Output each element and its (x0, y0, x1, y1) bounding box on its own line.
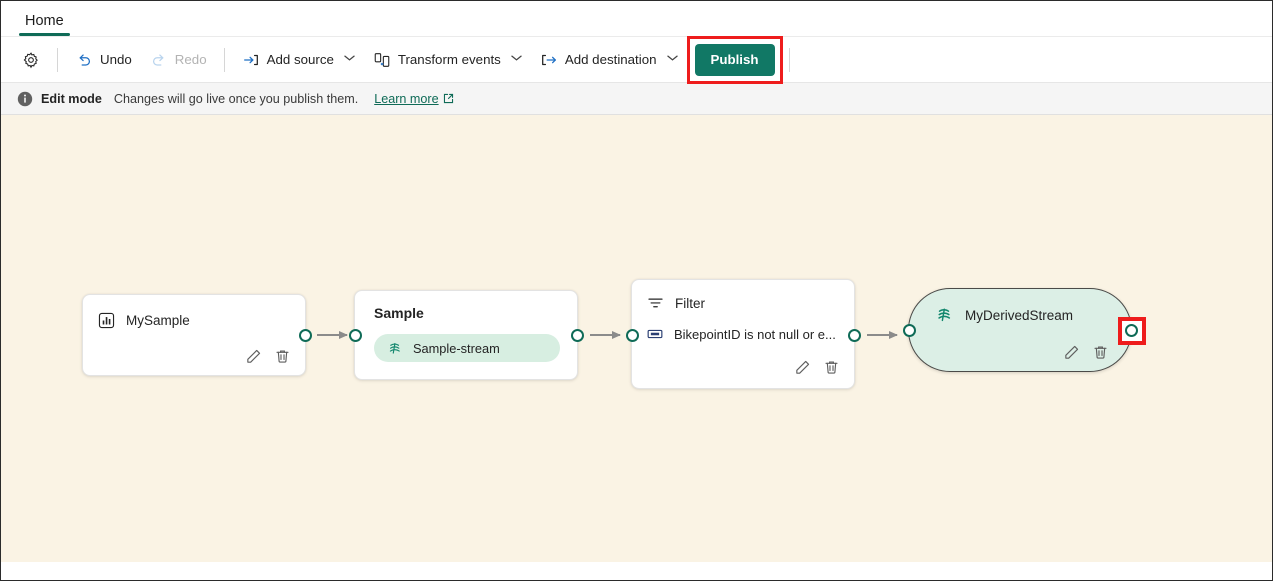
port-mysample-output[interactable] (298, 329, 312, 342)
learn-more-label: Learn more (374, 91, 439, 106)
node-mysample-actions (245, 348, 291, 365)
add-destination-label: Add destination (564, 52, 657, 67)
gear-icon (22, 51, 40, 69)
command-bar: Undo Redo Add source Transform events Ad… (1, 35, 1272, 84)
port-sample-output[interactable] (570, 329, 584, 342)
add-source-label: Add source (266, 52, 334, 67)
node-filter-condition: BikepointID is not null or e... (646, 325, 836, 343)
node-mysample-header: MySample (97, 311, 190, 330)
node-filter-header: Filter (646, 294, 705, 313)
connector-sample-to-filter (590, 330, 621, 339)
tab-home-label: Home (25, 13, 64, 29)
redo-arrow-icon (150, 51, 168, 69)
add-destination-button[interactable]: Add destination (531, 44, 687, 76)
bar-chart-icon (97, 311, 116, 330)
node-sample-stream-pill[interactable]: Sample-stream (374, 334, 560, 362)
port-filter-output[interactable] (847, 329, 861, 342)
node-filter-label: Filter (675, 296, 705, 311)
node-sample-stream-label: Sample-stream (413, 340, 500, 356)
undo-button[interactable]: Undo (66, 44, 141, 76)
edit-mode-title: Edit mode (41, 91, 102, 106)
separator-3 (788, 47, 790, 72)
eventstream-editor-window: Home Undo Redo Add source Transform even… (0, 0, 1273, 581)
trash-icon[interactable] (823, 359, 840, 376)
ribbon-tabstrip: Home (1, 1, 1272, 37)
port-sample-input[interactable] (348, 329, 362, 342)
arrow-out-of-bracket-icon (540, 51, 558, 69)
node-mysample-label: MySample (126, 313, 190, 328)
chevron-down-icon (511, 54, 522, 65)
node-myderivedstream-label: MyDerivedStream (965, 307, 1074, 323)
learn-more-link[interactable]: Learn more (374, 92, 453, 106)
pencil-icon[interactable] (1063, 344, 1080, 361)
pencil-icon[interactable] (245, 348, 262, 365)
edit-mode-text: Changes will go live once you publish th… (113, 91, 359, 106)
separator-1 (57, 47, 58, 72)
transform-events-button[interactable]: Transform events (364, 44, 531, 76)
separator-2 (223, 47, 225, 72)
port-myderivedstream-output[interactable] (1125, 324, 1138, 337)
eventstream-canvas[interactable]: MySample Sample Sample-stream Filter Bik… (1, 115, 1272, 562)
publish-button[interactable]: Publish (694, 43, 775, 76)
redo-label: Redo (174, 52, 207, 67)
node-myderivedstream-header: MyDerivedStream (935, 305, 1073, 325)
add-source-button[interactable]: Add source (233, 44, 364, 76)
tab-home[interactable]: Home (17, 13, 72, 36)
trash-icon[interactable] (1092, 344, 1109, 361)
connector-filter-to-derived (867, 330, 898, 339)
arrow-into-bracket-icon (242, 51, 260, 69)
node-sample[interactable]: Sample Sample-stream (348, 290, 584, 380)
stream-icon (935, 305, 955, 325)
chevron-down-icon (666, 54, 678, 65)
transform-events-icon (373, 51, 391, 69)
node-filter-condition-text: BikepointID is not null or e... (674, 326, 836, 342)
port-filter-input[interactable] (625, 329, 639, 342)
node-myderivedstream-actions (1063, 344, 1109, 361)
condition-field-icon (646, 325, 664, 343)
settings-button[interactable] (13, 44, 49, 76)
edit-mode-message-bar: Edit mode Changes will go live once you … (1, 83, 1272, 115)
info-circle-icon (17, 91, 33, 107)
node-filter-actions (794, 359, 840, 376)
trash-icon[interactable] (274, 348, 291, 365)
node-filter[interactable]: Filter BikepointID is not null or e... (625, 279, 861, 389)
node-sample-header: Sample (374, 305, 424, 321)
filter-funnel-icon (646, 294, 665, 313)
node-myderivedstream[interactable]: MyDerivedStream (902, 288, 1132, 372)
stream-icon (387, 340, 404, 357)
undo-arrow-icon (75, 51, 93, 69)
node-sample-label: Sample (374, 305, 424, 321)
transform-events-label: Transform events (397, 52, 501, 67)
port-myderivedstream-input[interactable] (902, 324, 916, 337)
undo-label: Undo (100, 52, 132, 67)
external-link-icon (443, 93, 454, 104)
publish-button-highlight: Publish (686, 35, 783, 84)
redo-button: Redo (141, 44, 216, 76)
node-mysample[interactable]: MySample (82, 294, 312, 376)
chevron-down-icon (344, 54, 355, 65)
connector-mysample-to-sample (317, 330, 348, 339)
pencil-icon[interactable] (794, 359, 811, 376)
